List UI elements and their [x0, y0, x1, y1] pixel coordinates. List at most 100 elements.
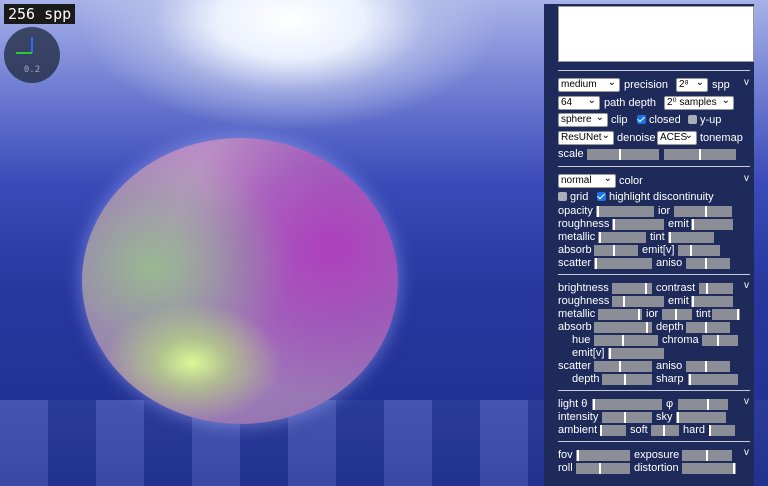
slider-thumb[interactable] [645, 283, 647, 294]
view-mode-select[interactable]: normal [558, 173, 616, 188]
contrast-slider[interactable] [699, 283, 733, 294]
emit-v-adjust-slider[interactable] [608, 348, 664, 359]
ambient-slider[interactable] [600, 425, 626, 436]
chroma-slider[interactable] [702, 335, 738, 346]
light-theta-slider[interactable] [592, 399, 662, 410]
slider-thumb[interactable] [638, 309, 640, 320]
slider-thumb[interactable] [705, 361, 707, 372]
collapse-material-icon[interactable]: v [744, 172, 749, 186]
scale-slider-2[interactable] [664, 149, 736, 160]
samples-select[interactable]: 2⁰ samples [664, 95, 734, 110]
slider-thumb[interactable] [690, 245, 692, 256]
slider-thumb[interactable] [595, 258, 597, 269]
spp-select[interactable]: 2⁸ [676, 77, 708, 92]
emit-adjust-slider[interactable] [691, 296, 733, 307]
roll-slider[interactable] [576, 463, 630, 474]
fov-slider[interactable] [576, 450, 630, 461]
slider-thumb[interactable] [699, 149, 701, 160]
collapse-adjust-icon[interactable]: v [744, 279, 749, 293]
highlight-discontinuity-label: highlight discontinuity [609, 191, 714, 203]
slider-thumb[interactable] [705, 206, 707, 217]
metallic-adjust-slider[interactable] [598, 309, 642, 320]
slider-thumb[interactable] [619, 149, 621, 160]
slider-thumb[interactable] [597, 206, 599, 217]
soft-slider[interactable] [651, 425, 679, 436]
slider-thumb[interactable] [600, 425, 602, 436]
closed-checkbox[interactable] [637, 115, 646, 124]
depth-adjust-slider[interactable] [602, 374, 652, 385]
slider-thumb[interactable] [709, 425, 711, 436]
aniso-adjust-slider[interactable] [686, 361, 730, 372]
emit-v-slider[interactable] [678, 245, 720, 256]
collapse-camera-icon[interactable]: v [744, 446, 749, 460]
slider-thumb[interactable] [705, 322, 707, 333]
emit-slider[interactable] [691, 219, 733, 230]
brightness-slider[interactable] [612, 283, 652, 294]
precision-select[interactable]: medium [558, 77, 620, 92]
slider-thumb[interactable] [663, 425, 665, 436]
slider-thumb[interactable] [692, 219, 694, 230]
slider-thumb[interactable] [613, 219, 615, 230]
phi-slider[interactable] [678, 399, 728, 410]
slider-thumb[interactable] [613, 245, 615, 256]
y-up-checkbox[interactable] [688, 115, 697, 124]
collapse-render-icon[interactable]: v [744, 76, 749, 90]
slider-thumb[interactable] [733, 463, 735, 474]
slider-thumb[interactable] [599, 232, 601, 243]
slider-thumb[interactable] [675, 309, 677, 320]
slider-thumb[interactable] [669, 232, 671, 243]
slider-thumb[interactable] [692, 296, 694, 307]
slider-thumb[interactable] [705, 258, 707, 269]
tonemap-select[interactable]: ACES [657, 130, 697, 145]
grid-checkbox[interactable] [558, 192, 567, 201]
slider-thumb[interactable] [689, 374, 691, 385]
absorb-adjust-slider[interactable] [594, 322, 652, 333]
notes-textarea[interactable] [558, 6, 754, 62]
roughness-adjust-slider[interactable] [612, 296, 664, 307]
slider-thumb[interactable] [706, 450, 708, 461]
scale-slider[interactable] [587, 149, 659, 160]
distortion-slider[interactable] [682, 463, 736, 474]
slider-thumb[interactable] [624, 412, 626, 423]
slider-thumb[interactable] [623, 296, 625, 307]
clip-shape-select[interactable]: sphere [558, 112, 608, 127]
slider-thumb[interactable] [622, 335, 624, 346]
slider-thumb[interactable] [624, 374, 626, 385]
ior-slider[interactable] [674, 206, 732, 217]
slider-thumb[interactable] [707, 399, 709, 410]
highlight-discontinuity-checkbox[interactable] [597, 192, 606, 201]
sharp-slider[interactable] [688, 374, 738, 385]
tint-slider[interactable] [668, 232, 714, 243]
ior-adjust-slider[interactable] [662, 309, 692, 320]
slider-thumb[interactable] [593, 399, 595, 410]
slider-thumb[interactable] [619, 361, 621, 372]
intensity-slider[interactable] [602, 412, 652, 423]
metallic-slider[interactable] [598, 232, 646, 243]
aniso-label: aniso [656, 257, 683, 269]
depth-slider[interactable] [686, 322, 730, 333]
denoiser-select[interactable]: ResUNet [558, 130, 614, 145]
opacity-slider[interactable] [596, 206, 654, 217]
tint-adjust-slider[interactable] [712, 309, 740, 320]
slider-thumb[interactable] [677, 412, 679, 423]
axis-gizmo[interactable]: 0.2 [4, 27, 60, 83]
hue-slider[interactable] [594, 335, 658, 346]
absorb-slider[interactable] [594, 245, 638, 256]
hard-slider[interactable] [709, 425, 735, 436]
slider-thumb[interactable] [706, 283, 708, 294]
scatter-adjust-slider[interactable] [594, 361, 652, 372]
path-depth-select[interactable]: 64 [558, 95, 600, 110]
slider-thumb[interactable] [646, 322, 648, 333]
collapse-lighting-icon[interactable]: v [744, 395, 749, 409]
slider-thumb[interactable] [609, 348, 611, 359]
exposure-slider[interactable] [682, 450, 732, 461]
aniso-slider[interactable] [686, 258, 730, 269]
sky-slider[interactable] [676, 412, 726, 423]
scatter-slider[interactable] [594, 258, 652, 269]
slider-thumb[interactable] [599, 463, 601, 474]
slider-thumb[interactable] [737, 309, 739, 320]
slider-thumb[interactable] [717, 335, 719, 346]
path-depth-label: path depth [604, 97, 656, 109]
roughness-slider[interactable] [612, 219, 664, 230]
slider-thumb[interactable] [577, 450, 579, 461]
